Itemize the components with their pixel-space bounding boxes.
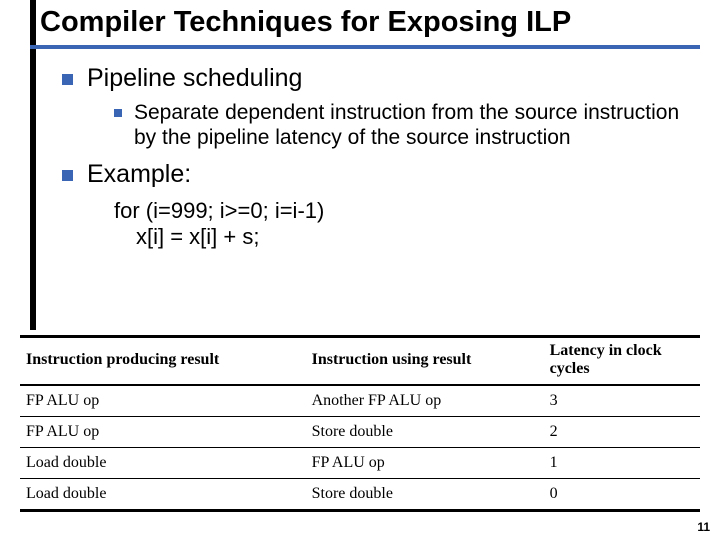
page-number: 11 [697,520,710,534]
table-row: FP ALU op Another FP ALU op 3 [20,385,700,417]
title-underline [30,45,700,49]
slide: Compiler Techniques for Exposing ILP Pip… [0,0,720,540]
cell-producing: Load double [20,479,306,511]
cell-latency: 0 [544,479,700,511]
latency-table: Instruction producing result Instruction… [20,335,700,512]
bullet-level1: Example: [62,160,700,189]
bullet-level2: Separate dependent instruction from the … [114,101,700,150]
cell-producing: Load double [20,448,306,479]
cell-using: Another FP ALU op [306,385,544,417]
table-row: Load double FP ALU op 1 [20,448,700,479]
square-bullet-icon [62,170,73,181]
code-line: for (i=999; i>=0; i=i-1) [114,198,700,225]
bullet-level1: Pipeline scheduling [62,64,700,93]
cell-latency: 1 [544,448,700,479]
cell-latency: 3 [544,385,700,417]
slide-body: Pipeline scheduling Separate dependent i… [40,58,700,251]
bullet-text: Separate dependent instruction from the … [134,101,700,150]
slide-title: Compiler Techniques for Exposing ILP [40,6,571,39]
cell-using: Store double [306,417,544,448]
square-bullet-icon [114,109,122,117]
square-bullet-icon [62,74,73,85]
cell-producing: FP ALU op [20,385,306,417]
table-row: Load double Store double 0 [20,479,700,511]
cell-producing: FP ALU op [20,417,306,448]
code-line: x[i] = x[i] + s; [114,224,700,251]
cell-using: FP ALU op [306,448,544,479]
bullet-text: Pipeline scheduling [87,64,302,93]
cell-latency: 2 [544,417,700,448]
col-header-using: Instruction using result [306,337,544,386]
table-row: FP ALU op Store double 2 [20,417,700,448]
col-header-producing: Instruction producing result [20,337,306,386]
cell-using: Store double [306,479,544,511]
table-header-row: Instruction producing result Instruction… [20,337,700,386]
code-block: for (i=999; i>=0; i=i-1) x[i] = x[i] + s… [114,198,700,252]
col-header-latency: Latency in clock cycles [544,337,700,386]
bullet-text: Example: [87,160,191,189]
